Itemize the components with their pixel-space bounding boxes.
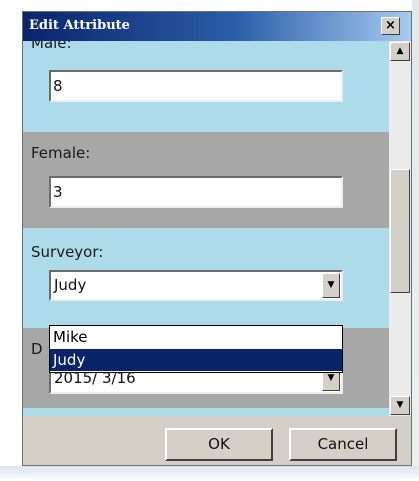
scroll-thumb[interactable] [390,169,410,293]
surveyor-select[interactable]: Judy ▼ [49,270,343,301]
ok-button[interactable]: OK [165,428,273,461]
cancel-button[interactable]: Cancel [289,428,397,461]
dialog-footer: OK Cancel [23,416,411,465]
background-edge-right [412,0,419,481]
close-button[interactable]: × [381,17,400,35]
background-edge-bottom [0,466,419,481]
surveyor-dropdown-list: Mike Judy [49,325,343,373]
surveyor-label: Surveyor: [31,243,104,261]
dropdown-option-mike[interactable]: Mike [50,326,342,348]
male-input[interactable]: 8 [49,70,343,102]
female-input[interactable]: 3 [49,176,343,208]
title-bar[interactable]: Edit Attribute × [23,12,411,41]
surveyor-section: Surveyor: Judy ▼ [23,228,389,328]
male-section: Male: 8 [23,41,389,132]
chevron-down-icon: ▼ [327,373,335,383]
scroll-up-button[interactable]: ▲ [390,42,410,61]
edit-attribute-dialog: Edit Attribute × Male: 8 Female: 3 Surve… [22,11,412,466]
attribute-form: Male: 8 Female: 3 Surveyor: Judy ▼ D 201… [23,41,389,416]
surveyor-dropdown-button[interactable]: ▼ [322,273,340,298]
close-icon: × [385,18,396,33]
arrow-up-icon: ▲ [396,46,404,56]
dialog-title: Edit Attribute [29,18,130,33]
date-label: D [31,340,43,358]
vertical-scrollbar[interactable]: ▲ ▼ [389,41,411,416]
surveyor-select-value: Judy [54,276,87,294]
scroll-down-button[interactable]: ▼ [390,396,410,415]
male-label: Male: [31,41,72,52]
dropdown-option-judy[interactable]: Judy [50,349,342,371]
female-label: Female: [31,144,91,162]
arrow-down-icon: ▼ [396,400,404,410]
female-section: Female: 3 [23,132,389,228]
chevron-down-icon: ▼ [327,280,335,290]
next-section [23,408,389,416]
